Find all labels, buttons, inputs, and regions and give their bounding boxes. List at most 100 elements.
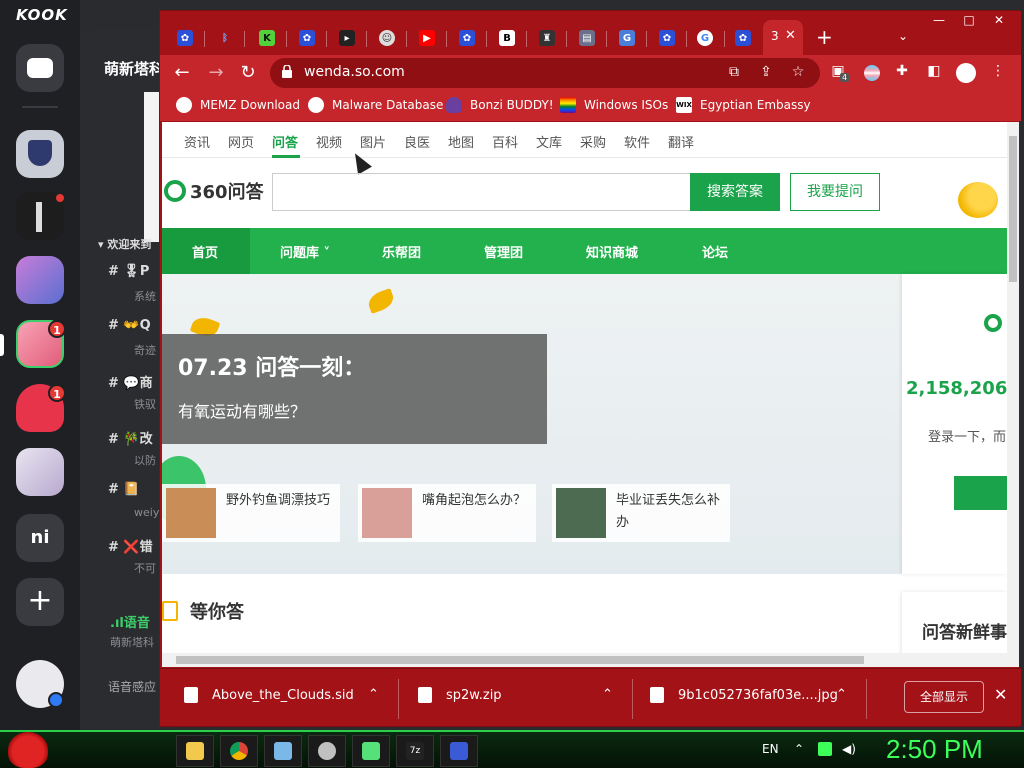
direct-messages-button[interactable] [16, 44, 64, 92]
tab[interactable]: ▤ [572, 25, 602, 51]
profile-icon[interactable] [956, 63, 976, 83]
tab[interactable]: ᛒ [210, 25, 240, 51]
vertical-scrollbar[interactable] [1007, 122, 1019, 667]
topnav-item[interactable]: 地图 [448, 132, 474, 151]
puzzle-icon[interactable]: ✚ [892, 63, 912, 81]
topnav-item[interactable]: 翻译 [668, 132, 694, 151]
tab[interactable]: ✿ [652, 25, 682, 51]
topnav-item-active[interactable]: 问答 [272, 132, 298, 151]
forward-icon[interactable]: → [204, 61, 228, 85]
topnav-item[interactable]: 良医 [404, 132, 430, 151]
tab[interactable]: ✿ [292, 25, 322, 51]
menu-icon[interactable]: ⋮ [988, 63, 1008, 81]
menu-item-admin-team[interactable]: 管理团 [484, 242, 523, 261]
language-indicator[interactable]: EN [762, 742, 779, 756]
download-item[interactable]: sp2w.zip [418, 687, 502, 703]
vertical-scroll-thumb[interactable] [1009, 136, 1017, 282]
bookmark-item[interactable]: Bonzi BUDDY! [446, 97, 554, 113]
address-bar[interactable]: wenda.so.com ⧉ ⇪ ☆ [270, 58, 820, 88]
taskbar-app-4[interactable] [308, 735, 346, 767]
tab-search-icon[interactable]: ⌄ [898, 29, 908, 43]
flag-extension-icon[interactable] [864, 65, 880, 81]
topic-card[interactable]: 毕业证丢失怎么补办 [552, 484, 730, 542]
download-item[interactable]: 9b1c052736faf03e....jpg [650, 687, 838, 703]
login-button[interactable] [954, 476, 1007, 510]
channel-item[interactable]: # 📔 [108, 482, 140, 497]
bookmark-star-icon[interactable]: ☆ [788, 64, 808, 82]
tab[interactable]: ☺ [372, 25, 402, 51]
topnav-item[interactable]: 百科 [492, 132, 518, 151]
show-all-downloads-button[interactable]: 全部显示 [904, 681, 984, 713]
chevron-tray-icon[interactable]: ⌃ [794, 742, 804, 756]
channel-item[interactable]: # 👐Q [108, 318, 151, 333]
tab[interactable]: ▸ [332, 25, 362, 51]
server-icon-1[interactable] [16, 130, 64, 178]
tab[interactable]: ✿ [728, 25, 758, 51]
back-icon[interactable]: ← [170, 61, 194, 85]
taskbar-app-explorer[interactable] [176, 735, 214, 767]
taskbar-app-3[interactable] [264, 735, 302, 767]
taskbar-app-7zip[interactable]: 7z [396, 735, 434, 767]
menu-item-help-team[interactable]: 乐帮团 [382, 242, 421, 261]
channel-item[interactable]: # 💬商 [108, 372, 153, 391]
category-header[interactable]: ▾ 欢迎来到 [98, 236, 151, 252]
search-input[interactable] [272, 173, 691, 211]
topic-card[interactable]: 嘴角起泡怎么办？ [358, 484, 536, 542]
topnav-item[interactable]: 视频 [316, 132, 342, 151]
sidepanel-icon[interactable]: ◧ [924, 63, 944, 81]
tab[interactable]: ▶ [412, 25, 442, 51]
tab[interactable]: G [612, 25, 642, 51]
bookmark-item[interactable]: Malware Database [308, 97, 443, 113]
channel-item[interactable]: # 🎖P [108, 264, 149, 279]
menu-item-knowledge-mall[interactable]: 知识商城 [586, 242, 638, 261]
download-item[interactable]: Above_the_Clouds.sid [184, 687, 354, 703]
banner-question[interactable]: 有氧运动有哪些？ [178, 398, 306, 422]
translate-page-icon[interactable]: ⧉ [724, 64, 744, 82]
start-button-angry-bird-icon[interactable] [8, 732, 48, 768]
horizontal-scrollbar[interactable] [162, 653, 1007, 667]
topnav-item[interactable]: 软件 [624, 132, 650, 151]
share-icon[interactable]: ⇪ [756, 64, 776, 82]
close-window-button[interactable]: ✕ [984, 11, 1014, 31]
battery-icon[interactable] [818, 742, 832, 756]
taskbar-app-chrome[interactable] [220, 735, 258, 767]
chevron-up-icon[interactable]: ⌃ [368, 687, 379, 702]
clock[interactable]: 2:50 PM [886, 734, 983, 765]
taskbar-app-5[interactable] [352, 735, 390, 767]
tab[interactable]: ✿ [452, 25, 482, 51]
server-icon-3[interactable] [16, 256, 64, 304]
tab[interactable]: G [690, 25, 720, 51]
menu-item-forum[interactable]: 论坛 [702, 242, 728, 261]
topnav-item[interactable]: 网页 [228, 132, 254, 151]
topic-card[interactable]: 野外钓鱼调漂技巧 [162, 484, 340, 542]
maximize-button[interactable]: □ [954, 11, 984, 31]
chevron-up-icon[interactable]: ⌃ [602, 687, 613, 702]
close-downloads-icon[interactable]: ✕ [994, 685, 1007, 704]
tab[interactable]: ♜ [532, 25, 562, 51]
topnav-item[interactable]: 文库 [536, 132, 562, 151]
volume-icon[interactable]: ◀) [842, 742, 856, 756]
tab[interactable]: ✿ [170, 25, 200, 51]
bookmark-item[interactable]: MEMZ Download [176, 97, 300, 113]
minimize-button[interactable]: — [924, 11, 954, 31]
chevron-up-icon[interactable]: ⌃ [836, 687, 847, 702]
new-tab-button[interactable]: + [816, 25, 833, 49]
menu-item-home[interactable]: 首页 [192, 242, 218, 261]
tab[interactable]: K [252, 25, 282, 51]
ask-question-button[interactable]: 我要提问 [790, 173, 880, 211]
channel-item[interactable]: # 🎋改 [108, 428, 153, 447]
site-logo[interactable]: 360问答 [164, 178, 264, 204]
topnav-item[interactable]: 采购 [580, 132, 606, 151]
close-tab-icon[interactable]: ✕ [785, 28, 796, 43]
topnav-item[interactable]: 图片 [360, 132, 386, 151]
reload-icon[interactable]: ↻ [236, 61, 260, 85]
channel-item[interactable]: # ❌错 [108, 536, 153, 555]
server-ni[interactable]: ni [16, 514, 64, 562]
search-answer-button[interactable]: 搜索答案 [690, 173, 780, 211]
horizontal-scroll-thumb[interactable] [176, 656, 864, 664]
bookmark-item[interactable]: Windows ISOs [560, 97, 668, 113]
taskbar-app-7[interactable] [440, 735, 478, 767]
featured-banner[interactable]: 07.23 问答一刻： 有氧运动有哪些？ 野外钓鱼调漂技巧 嘴角起泡怎么办？ 毕… [162, 274, 902, 574]
active-tab[interactable]: 3 ✕ [763, 20, 803, 55]
server-icon-6[interactable] [16, 448, 64, 496]
